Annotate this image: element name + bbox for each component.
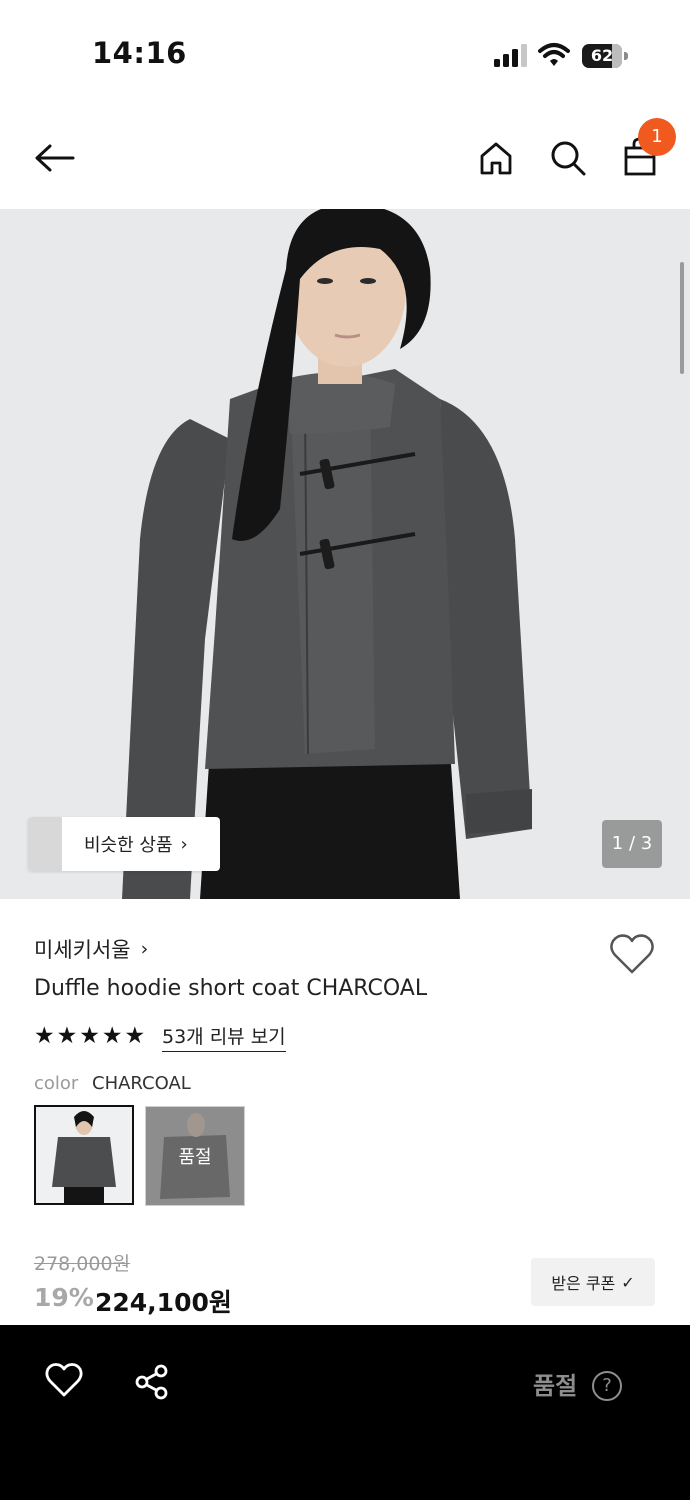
back-button[interactable]: [32, 136, 76, 180]
review-link[interactable]: 53개 리뷰 보기: [162, 1022, 286, 1052]
color-value: CHARCOAL: [92, 1073, 191, 1094]
sale-price: 224,100원: [95, 1288, 232, 1317]
home-button[interactable]: [474, 136, 518, 180]
brand-name: 미세키서울: [34, 938, 131, 962]
image-page-indicator: 1 / 3: [602, 820, 662, 868]
similar-products-label: 비슷한 상품: [84, 835, 173, 856]
status-time: 14:16: [92, 36, 187, 70]
received-coupon-button[interactable]: 받은 쿠폰 ✓: [531, 1258, 655, 1306]
product-photo: [0, 209, 690, 899]
similar-product-thumbnail: [28, 817, 62, 871]
heart-icon: [45, 1363, 83, 1397]
chevron-right-icon: ›: [180, 833, 188, 855]
share-icon: [135, 1364, 168, 1400]
color-swatch-selected[interactable]: [34, 1105, 134, 1205]
home-icon: [480, 142, 512, 175]
color-swatch-soldout[interactable]: 품절: [145, 1106, 245, 1206]
color-label: color: [34, 1073, 79, 1094]
product-title: Duffle hoodie short coat CHARCOAL: [34, 976, 428, 1001]
similar-products-button[interactable]: 비슷한 상품 ›: [28, 817, 220, 871]
search-button[interactable]: [546, 136, 590, 180]
soldout-status: 품절: [533, 1372, 578, 1400]
share-button[interactable]: [132, 1362, 176, 1406]
bottom-wishlist-button[interactable]: [44, 1362, 88, 1406]
wishlist-button[interactable]: [608, 932, 656, 976]
bottom-action-bar: [0, 1325, 690, 1500]
heart-icon: [610, 934, 654, 974]
original-price: 278,000원: [34, 1253, 131, 1275]
swatch-thumbnail: [36, 1107, 132, 1203]
star-icon: ★: [124, 1023, 146, 1049]
star-icon: ★: [34, 1023, 55, 1049]
coupon-label: 받은 쿠폰: [551, 1274, 616, 1293]
star-icon: ★: [79, 1023, 100, 1049]
arrow-left-icon: [35, 144, 75, 172]
discount-rate: 19%: [34, 1283, 94, 1312]
help-icon[interactable]: ?: [592, 1371, 622, 1401]
star-icon: ★: [101, 1023, 123, 1049]
wifi-icon: [538, 43, 570, 66]
star-rating: ★ ★ ★ ★ ★: [34, 1022, 145, 1050]
product-image[interactable]: [0, 209, 690, 899]
battery-icon: 62: [582, 44, 628, 68]
brand-link[interactable]: 미세키서울 ›: [34, 934, 148, 964]
cellular-signal-icon: [494, 44, 527, 67]
star-icon: ★: [56, 1023, 78, 1049]
cart-count-badge: 1: [638, 118, 676, 156]
scrollbar[interactable]: [680, 262, 684, 374]
chevron-right-icon: ›: [140, 938, 149, 960]
battery-level: 62: [590, 46, 614, 65]
check-icon: ✓: [621, 1272, 635, 1292]
soldout-label: 품절: [146, 1107, 244, 1205]
search-icon: [551, 141, 586, 176]
